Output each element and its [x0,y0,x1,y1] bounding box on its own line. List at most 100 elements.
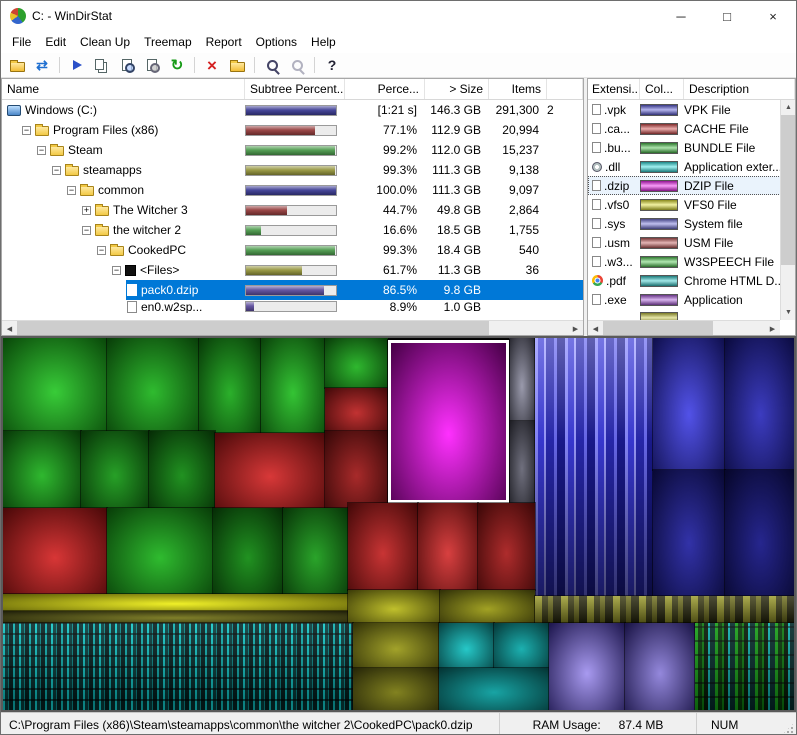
tree-row[interactable]: − common 100.0% 111.3 GB 9,097 [2,180,583,200]
treemap-rect[interactable] [106,507,214,595]
treemap-rect[interactable] [324,430,389,509]
menu-item-edit[interactable]: Edit [38,33,73,51]
extension-row[interactable]: .exe Application [588,290,795,309]
extension-row[interactable]: .bu... BUNDLE File [588,138,795,157]
tree-row[interactable]: pack0.dzip 86.5% 9.8 GB [2,280,583,300]
expander-toggle[interactable]: − [97,245,106,255]
scroll-track[interactable] [781,115,795,305]
column-header-subtree-percent[interactable]: Subtree Percent... [245,79,345,99]
menu-item-clean-up[interactable]: Clean Up [73,33,137,51]
scroll-left-icon[interactable]: ◀ [588,321,603,335]
extension-row[interactable]: .vfs0 VFS0 File [588,195,795,214]
delete-button[interactable] [200,54,224,76]
treemap-rect[interactable] [508,338,536,422]
tree-row[interactable]: − the witcher 2 16.6% 18.5 GB 1,755 [2,220,583,240]
treemap-rect[interactable] [352,622,440,669]
expander-toggle[interactable]: − [67,185,76,195]
treemap-rect[interactable] [548,622,626,710]
menu-item-file[interactable]: File [5,33,38,51]
treemap-rect[interactable] [694,622,794,710]
menu-item-report[interactable]: Report [199,33,249,51]
column-header-items[interactable]: Items [489,79,547,99]
extension-row[interactable]: .usm USM File [588,233,795,252]
zoom-in-button[interactable] [260,54,284,76]
refresh-selected-button[interactable] [165,54,189,76]
treemap-rect[interactable] [347,502,419,591]
extension-row[interactable]: .w3... W3SPEECH File [588,252,795,271]
tree-row[interactable]: Windows (C:) [1:21 s] 146.3 GB 291,300 2 [2,100,583,120]
scroll-thumb[interactable] [603,321,713,335]
extension-row[interactable]: .sys System file [588,214,795,233]
treemap-rect[interactable] [508,420,536,504]
refresh-all-button[interactable] [30,54,54,76]
expander-toggle[interactable]: − [82,225,91,235]
help-button[interactable] [320,54,344,76]
resize-grip[interactable] [782,722,795,734]
extension-row[interactable]: .vpk VPK File [588,100,795,119]
treemap-rect[interactable] [347,589,441,624]
treemap-rect[interactable] [3,338,108,432]
tree-row[interactable]: − Program Files (x86) 77.1% 112.9 GB 20,994 [2,120,583,140]
treemap-rect[interactable] [417,502,479,591]
column-header-extensi[interactable]: Extensi... [588,79,640,99]
scroll-up-icon[interactable]: ▲ [781,100,795,115]
extension-row[interactable]: .ca... CACHE File [588,119,795,138]
scroll-right-icon[interactable]: ▶ [568,321,583,335]
close-button[interactable]: × [750,1,796,31]
extension-row[interactable]: .dzip DZIP File [588,176,795,195]
treemap-rect[interactable] [3,430,82,509]
treemap-rect[interactable] [352,667,440,710]
view-doc2-button[interactable] [140,54,164,76]
scroll-right-icon[interactable]: ▶ [765,321,780,335]
treemap-rect[interactable] [3,593,349,612]
scroll-thumb[interactable] [781,115,795,265]
treemap-rect[interactable] [534,338,654,597]
tree-row[interactable]: − Steam 99.2% 112.0 GB 15,237 [2,140,583,160]
minimize-button[interactable]: ─ [658,1,704,31]
treemap-rect[interactable] [534,595,794,624]
menu-item-treemap[interactable]: Treemap [137,33,199,51]
column-header-description[interactable]: Description [684,79,795,99]
menu-item-help[interactable]: Help [304,33,343,51]
resume-button[interactable] [65,54,89,76]
treemap-rect[interactable] [214,432,326,509]
extensions-horizontal-scrollbar[interactable]: ◀ ▶ [588,320,780,335]
view-doc-button[interactable] [115,54,139,76]
maximize-button[interactable]: □ [704,1,750,31]
open-button[interactable] [5,54,29,76]
tree-row[interactable]: − steamapps 99.3% 111.3 GB 9,138 [2,160,583,180]
treemap-rect[interactable] [3,610,349,624]
folder-button[interactable] [225,54,249,76]
expander-toggle[interactable]: − [52,165,61,175]
treemap-selected-file-rect[interactable] [387,339,510,504]
column-header-size[interactable]: > Size [425,79,489,99]
treemap-rect[interactable] [148,430,216,509]
tree-horizontal-scrollbar[interactable]: ◀ ▶ [2,320,583,335]
treemap-rect[interactable] [624,622,696,710]
extension-row[interactable] [588,309,795,320]
treemap-rect[interactable] [438,667,550,710]
treemap-rect[interactable] [3,507,108,595]
extension-row[interactable]: .pdf Chrome HTML D... [588,271,795,290]
scroll-down-icon[interactable]: ▼ [781,305,795,320]
expander-toggle[interactable]: − [112,265,121,275]
treemap-rect[interactable] [493,622,550,669]
tree-row[interactable]: − CookedPC 99.3% 18.4 GB 540 [2,240,583,260]
zoom-out-button[interactable] [285,54,309,76]
treemap-rect[interactable] [438,622,495,669]
column-header-name[interactable]: Name [2,79,245,99]
treemap-rect[interactable] [477,502,536,591]
treemap-rect[interactable] [260,338,326,434]
tree-row[interactable]: en0.w2sp... 8.9% 1.0 GB [2,300,583,313]
scroll-thumb[interactable] [17,321,489,335]
scroll-track[interactable] [17,321,568,335]
treemap-rect[interactable] [652,338,726,471]
treemap-rect[interactable] [282,507,349,595]
column-header-extra[interactable] [547,79,583,99]
tree-row[interactable]: − <Files> 61.7% 11.3 GB 36 [2,260,583,280]
scroll-left-icon[interactable]: ◀ [2,321,17,335]
treemap-rect[interactable] [724,469,794,597]
treemap-rect[interactable] [324,387,389,432]
treemap-rect[interactable] [439,589,536,624]
extension-row[interactable]: .dll Application exter... [588,157,795,176]
